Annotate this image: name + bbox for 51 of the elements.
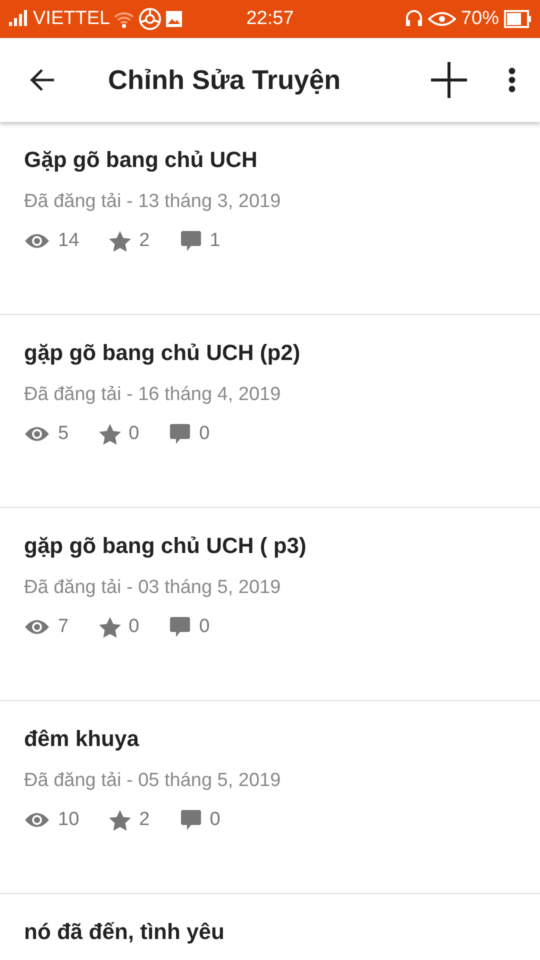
story-item[interactable]: gặp gõ bang chủ UCH (p2) Đã đăng tải - 16 tháng 4, 2019 5 0 0	[0, 315, 540, 508]
view-count: 14	[58, 230, 80, 252]
view-count: 5	[58, 423, 69, 445]
star-icon	[98, 616, 121, 638]
comment-icon	[180, 230, 202, 252]
star-icon	[109, 810, 132, 830]
star-icon	[98, 424, 121, 444]
story-title: đêm khuya	[24, 725, 140, 753]
publish-date: Đã đăng tải - 16 tháng 4, 2019	[24, 383, 282, 407]
carrier-name: VIETTEL	[33, 8, 110, 30]
publish-date: Đã đăng tải - 13 tháng 3, 2019	[24, 190, 282, 214]
story-item[interactable]: Gặp gõ bang chủ UCH Đã đăng tải - 13 tháng 3, 2019 14 2 1	[0, 122, 540, 315]
story-item[interactable]: nó đã đến, tình yêu	[0, 894, 540, 960]
story-title: nó đã đến, tình yêu	[24, 918, 226, 946]
back-arrow-icon	[29, 68, 55, 92]
story-item[interactable]: đêm khuya Đã đăng tải - 05 tháng 5, 2019 10 2 0	[0, 701, 540, 894]
comment-count: 0	[199, 423, 210, 445]
vote-count: 0	[128, 423, 140, 445]
eye-icon	[24, 811, 50, 829]
more-icon	[508, 67, 516, 93]
publish-date: Đã đăng tải - 03 tháng 5, 2019	[24, 576, 282, 600]
view-count: 10	[58, 809, 80, 831]
clock: 22:57	[246, 8, 294, 30]
eye-icon	[24, 618, 50, 636]
page-title: Chỉnh Sửa Truyện	[107, 64, 342, 96]
eye-icon	[428, 11, 456, 27]
plus-icon	[431, 62, 467, 98]
comment-count: 0	[210, 809, 220, 831]
vote-count: 0	[128, 616, 140, 638]
story-title: gặp gõ bang chủ UCH (p2)	[24, 339, 302, 367]
comment-icon	[169, 423, 192, 445]
comment-icon	[169, 616, 192, 638]
eye-icon	[24, 425, 50, 443]
aperture-icon	[138, 7, 162, 31]
star-icon	[109, 230, 132, 252]
vote-count: 2	[139, 809, 150, 831]
story-title: gặp gõ bang chủ UCH ( p3)	[24, 532, 308, 560]
eye-icon	[24, 232, 50, 250]
comment-count: 1	[210, 230, 220, 252]
comment-count: 0	[199, 616, 210, 638]
view-count: 7	[58, 616, 69, 638]
story-title: Gặp gõ bang chủ UCH	[24, 146, 258, 174]
battery-percent: 70%	[460, 8, 500, 30]
signal-icon	[8, 10, 30, 28]
image-icon	[165, 10, 184, 28]
story-item[interactable]: gặp gõ bang chủ UCH ( p3) Đã đăng tải - 03 tháng 5, 2019 7 0 0	[0, 508, 540, 701]
comment-icon	[180, 809, 202, 831]
vote-count: 2	[139, 230, 150, 252]
battery-icon	[504, 10, 532, 28]
headset-icon	[404, 9, 423, 29]
publish-date: Đã đăng tải - 05 tháng 5, 2019	[24, 769, 282, 793]
